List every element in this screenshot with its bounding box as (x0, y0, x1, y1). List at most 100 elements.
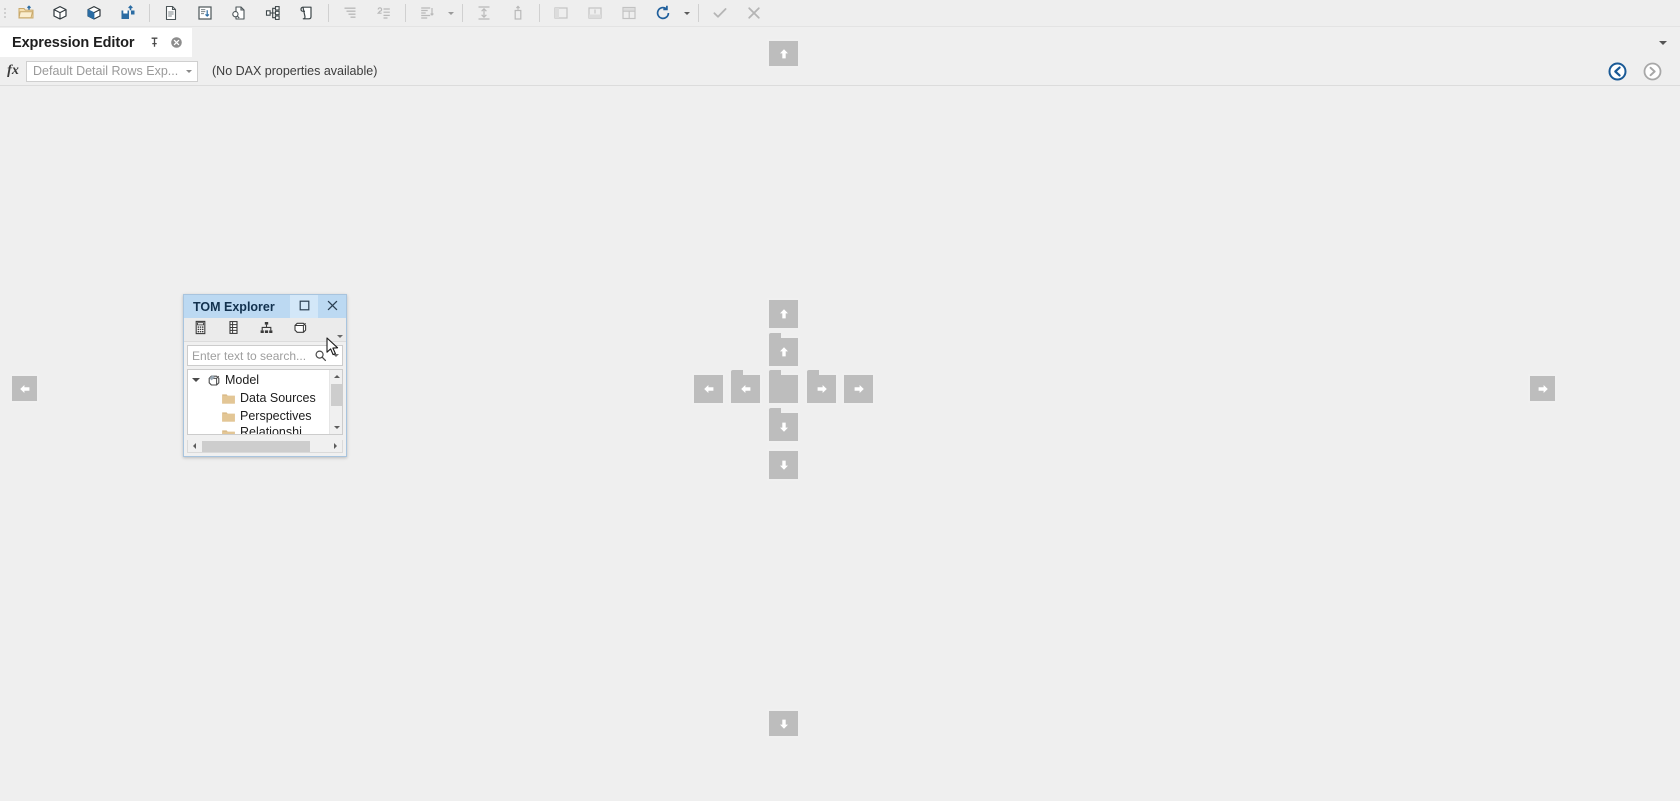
tom-tool-measures[interactable] (184, 318, 217, 342)
dock-guide-bottom-edge[interactable] (767, 709, 800, 738)
tom-explorer-close-button[interactable] (318, 295, 346, 318)
tree-node-model[interactable]: Model (188, 371, 329, 389)
panel-split-button[interactable] (612, 0, 646, 26)
save-model-button[interactable] (77, 0, 111, 26)
dock-arrow-up-icon (777, 345, 791, 359)
dock-arrow-left-icon (702, 382, 716, 396)
format-query-button[interactable] (333, 0, 367, 26)
panel-left-icon (552, 4, 570, 22)
run-script-button[interactable] (290, 0, 324, 26)
sort-dropdown-caret[interactable] (444, 0, 458, 26)
horizontal-scroll-thumb[interactable] (202, 440, 310, 452)
checkmark-icon (711, 4, 729, 22)
toolbar-grip[interactable] (0, 0, 9, 27)
dock-arrow-left-icon (739, 382, 753, 396)
tree-node-label: Model (225, 373, 260, 387)
scroll-up-icon[interactable] (330, 370, 342, 383)
close-icon (327, 298, 338, 316)
close-icon[interactable] (168, 35, 184, 51)
hierarchy-icon (264, 4, 282, 22)
dock-guide-center-top-outer[interactable] (767, 298, 800, 330)
calculator-icon (193, 320, 208, 340)
tom-tool-hierarchies[interactable] (250, 318, 283, 342)
dock-guide-center-right-outer[interactable] (842, 373, 875, 405)
tom-explorer-window[interactable]: TOM Explorer Enter text to search... Mod… (183, 294, 347, 457)
search-options-chevron-down-icon[interactable] (329, 346, 342, 365)
panel-left-button[interactable] (544, 0, 578, 26)
main-toolbar (0, 0, 1680, 27)
cancel-button[interactable] (737, 0, 771, 26)
tree-node-data-sources[interactable]: Data Sources (188, 389, 329, 407)
dock-guide-center-top-inner[interactable] (767, 333, 800, 368)
format-query-alt-button[interactable] (367, 0, 401, 26)
tree-node-perspectives[interactable]: Perspectives (188, 407, 329, 425)
new-dax-query-button[interactable] (188, 0, 222, 26)
accept-button[interactable] (703, 0, 737, 26)
dock-guide-center-bottom-outer[interactable] (767, 449, 800, 481)
tom-toolstrip-overflow-chevron-down-icon[interactable] (333, 318, 346, 342)
open-folder-icon (17, 4, 35, 22)
tom-explorer-tree-panel[interactable]: Model Data Sources Perspectives Relationshi (187, 369, 343, 435)
vertical-scroll-thumb[interactable] (331, 384, 342, 406)
delete-button[interactable] (501, 0, 535, 26)
save-as-button[interactable] (111, 0, 145, 26)
document-tab-strip: Expression Editor (0, 28, 1680, 57)
tree-node-relationships[interactable]: Relationshi (188, 425, 329, 434)
model-cube-save-icon (85, 4, 103, 22)
dock-arrow-right-icon (1536, 382, 1550, 396)
navigate-back-icon[interactable] (1608, 62, 1627, 81)
magnifier-icon[interactable] (312, 346, 329, 365)
document-icon (162, 4, 180, 22)
open-model-button[interactable] (43, 0, 77, 26)
tom-explorer-horizontal-scrollbar[interactable] (187, 440, 343, 453)
merge-button[interactable] (467, 0, 501, 26)
pin-icon[interactable] (146, 35, 162, 51)
dock-guide-left-edge[interactable] (10, 374, 39, 403)
scroll-left-icon[interactable] (188, 441, 201, 452)
refresh-dropdown-caret[interactable] (680, 0, 694, 26)
dock-arrow-right-icon (852, 382, 866, 396)
new-query-button[interactable] (154, 0, 188, 26)
tom-explorer-search-row[interactable] (187, 345, 343, 366)
expression-selector-combo[interactable]: Default Detail Rows Exp... (26, 60, 198, 82)
refresh-button[interactable] (646, 0, 680, 26)
toolbar-separator (328, 4, 329, 22)
dock-guide-center-fill[interactable] (767, 370, 800, 405)
tree-vertical-scrollbar[interactable] (329, 370, 342, 434)
dock-guide-right-edge[interactable] (1528, 374, 1557, 403)
dock-guide-center-bottom-inner[interactable] (767, 408, 800, 443)
panel-bottom-icon (586, 4, 604, 22)
dock-guide-center-left-outer[interactable] (692, 373, 725, 405)
open-folder-button[interactable] (9, 0, 43, 26)
dock-arrow-right-icon (815, 382, 829, 396)
tree-expander-icon[interactable] (188, 371, 203, 389)
sort-button[interactable] (410, 0, 444, 26)
hierarchy-tree-icon (259, 320, 274, 340)
scroll-right-icon[interactable] (329, 441, 342, 452)
dependency-view-button[interactable] (256, 0, 290, 26)
scroll-down-icon[interactable] (330, 421, 342, 434)
dock-guide-center-left-inner[interactable] (729, 370, 762, 405)
dock-guide-center-right-inner[interactable] (805, 370, 838, 405)
formula-bar-nav-group (1608, 62, 1680, 81)
tom-explorer-titlebar[interactable]: TOM Explorer (184, 295, 346, 318)
toolbar-separator (539, 4, 540, 22)
dock-guide-top-edge[interactable] (767, 39, 800, 68)
dock-arrow-up-icon (777, 307, 791, 321)
dock-arrow-left-icon (18, 382, 32, 396)
panel-bottom-button[interactable] (578, 0, 612, 26)
maximize-icon (299, 298, 310, 316)
model-cube-icon (51, 4, 69, 22)
tom-explorer-maximize-button[interactable] (290, 295, 318, 318)
folder-icon (218, 389, 238, 407)
new-mdx-query-button[interactable] (222, 0, 256, 26)
cube-icon (292, 320, 307, 340)
navigate-forward-icon[interactable] (1643, 62, 1662, 81)
tom-tool-model[interactable] (283, 318, 316, 342)
tab-overflow-chevron-down-icon[interactable] (1656, 37, 1670, 49)
expression-selector-chevron-down-icon[interactable] (180, 62, 197, 81)
tom-explorer-tree[interactable]: Model Data Sources Perspectives Relationshi (188, 370, 329, 434)
search-input[interactable] (188, 347, 312, 364)
tom-tool-tables[interactable] (217, 318, 250, 342)
tab-expression-editor[interactable]: Expression Editor (0, 28, 193, 57)
